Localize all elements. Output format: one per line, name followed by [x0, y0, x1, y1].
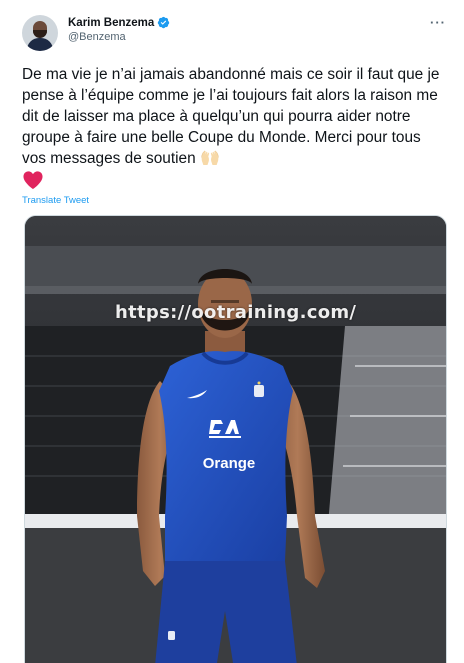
raised-hands-emoji-icon [201, 150, 219, 165]
tweet-text-body: De ma vie je n’ai jamais abandonné mais … [22, 66, 440, 167]
tweet-text: De ma vie je n’ai jamais abandonné mais … [22, 64, 442, 190]
red-heart-emoji-icon [23, 171, 43, 190]
more-options-icon[interactable]: ··· [430, 14, 448, 30]
player-photo: Orange [25, 216, 446, 663]
translate-tweet-link[interactable]: Translate Tweet [22, 195, 448, 206]
jersey-sponsor-text: Orange [203, 455, 256, 472]
author-names: Karim Benzema @Benzema [68, 14, 170, 43]
avatar[interactable] [22, 15, 58, 51]
watermark-text: https://ootraining.com/ [115, 302, 357, 323]
tweet-media-photo[interactable]: Orange https://ootraining.com/ [24, 215, 447, 663]
verified-badge-icon [158, 16, 170, 29]
author-display-name[interactable]: Karim Benzema [68, 17, 154, 29]
tweet-header: Karim Benzema @Benzema ··· [22, 14, 448, 54]
author-handle[interactable]: @Benzema [68, 31, 170, 43]
